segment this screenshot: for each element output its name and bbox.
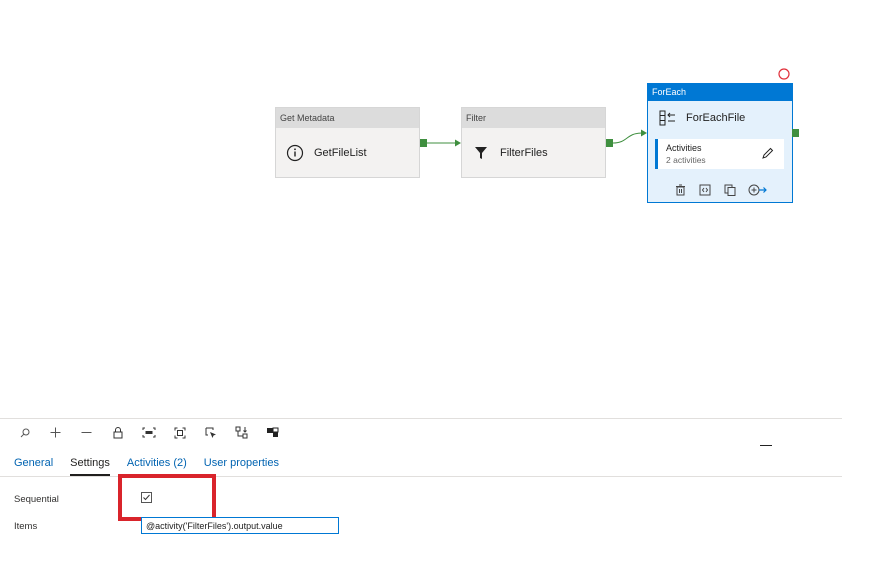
items-label: Items [14,521,38,532]
highlight-annotation-box [118,474,216,521]
sequential-label: Sequential [14,494,59,505]
connectors [427,68,790,147]
lock-icon[interactable] [105,422,130,444]
inner-activities-panel[interactable]: Activities 2 activities [655,139,784,169]
funnel-icon [472,144,490,162]
get-metadata-activity[interactable]: Get Metadata GetFileList [275,107,420,178]
search-icon[interactable] [12,422,37,444]
foreach-icon [659,110,677,126]
info-icon [286,144,304,162]
edit-pencil-icon[interactable] [761,147,774,165]
zoom-out-icon[interactable] [74,422,99,444]
copy-icon[interactable] [723,182,738,197]
items-expression-input[interactable] [141,517,339,534]
activity-name: ForEachFile [686,112,746,124]
activity-type-label: ForEach [648,84,792,101]
output-port[interactable] [792,129,799,137]
tab-settings[interactable]: Settings [70,457,110,476]
auto-align-icon[interactable] [229,422,254,444]
foreach-activity[interactable]: ForEach ForEachFile Activities 2 activit… [647,83,793,203]
minimap-icon[interactable] [260,422,285,444]
code-icon[interactable] [698,182,713,197]
activity-type-label: Filter [462,108,605,128]
output-port[interactable] [420,139,427,147]
fit-to-screen-icon[interactable] [167,422,192,444]
activity-type-label: Get Metadata [276,108,419,128]
zoom-in-icon[interactable] [43,422,68,444]
zoom-100-icon[interactable] [136,422,161,444]
output-port[interactable] [606,139,613,147]
activity-name: FilterFiles [500,147,548,159]
filter-activity[interactable]: Filter FilterFiles [461,107,606,178]
delete-icon[interactable] [673,182,688,197]
tab-general[interactable]: General [14,457,53,476]
pipeline-canvas[interactable]: Get Metadata GetFileList Filter FilterFi… [0,0,869,418]
canvas-toolbar [0,418,842,446]
panel-minimize-button[interactable] [760,445,772,446]
properties-tabs: General Settings Activities (2) User pro… [0,447,842,477]
select-icon[interactable] [198,422,223,444]
activity-name: GetFileList [314,147,367,159]
add-output-icon[interactable] [748,182,768,197]
